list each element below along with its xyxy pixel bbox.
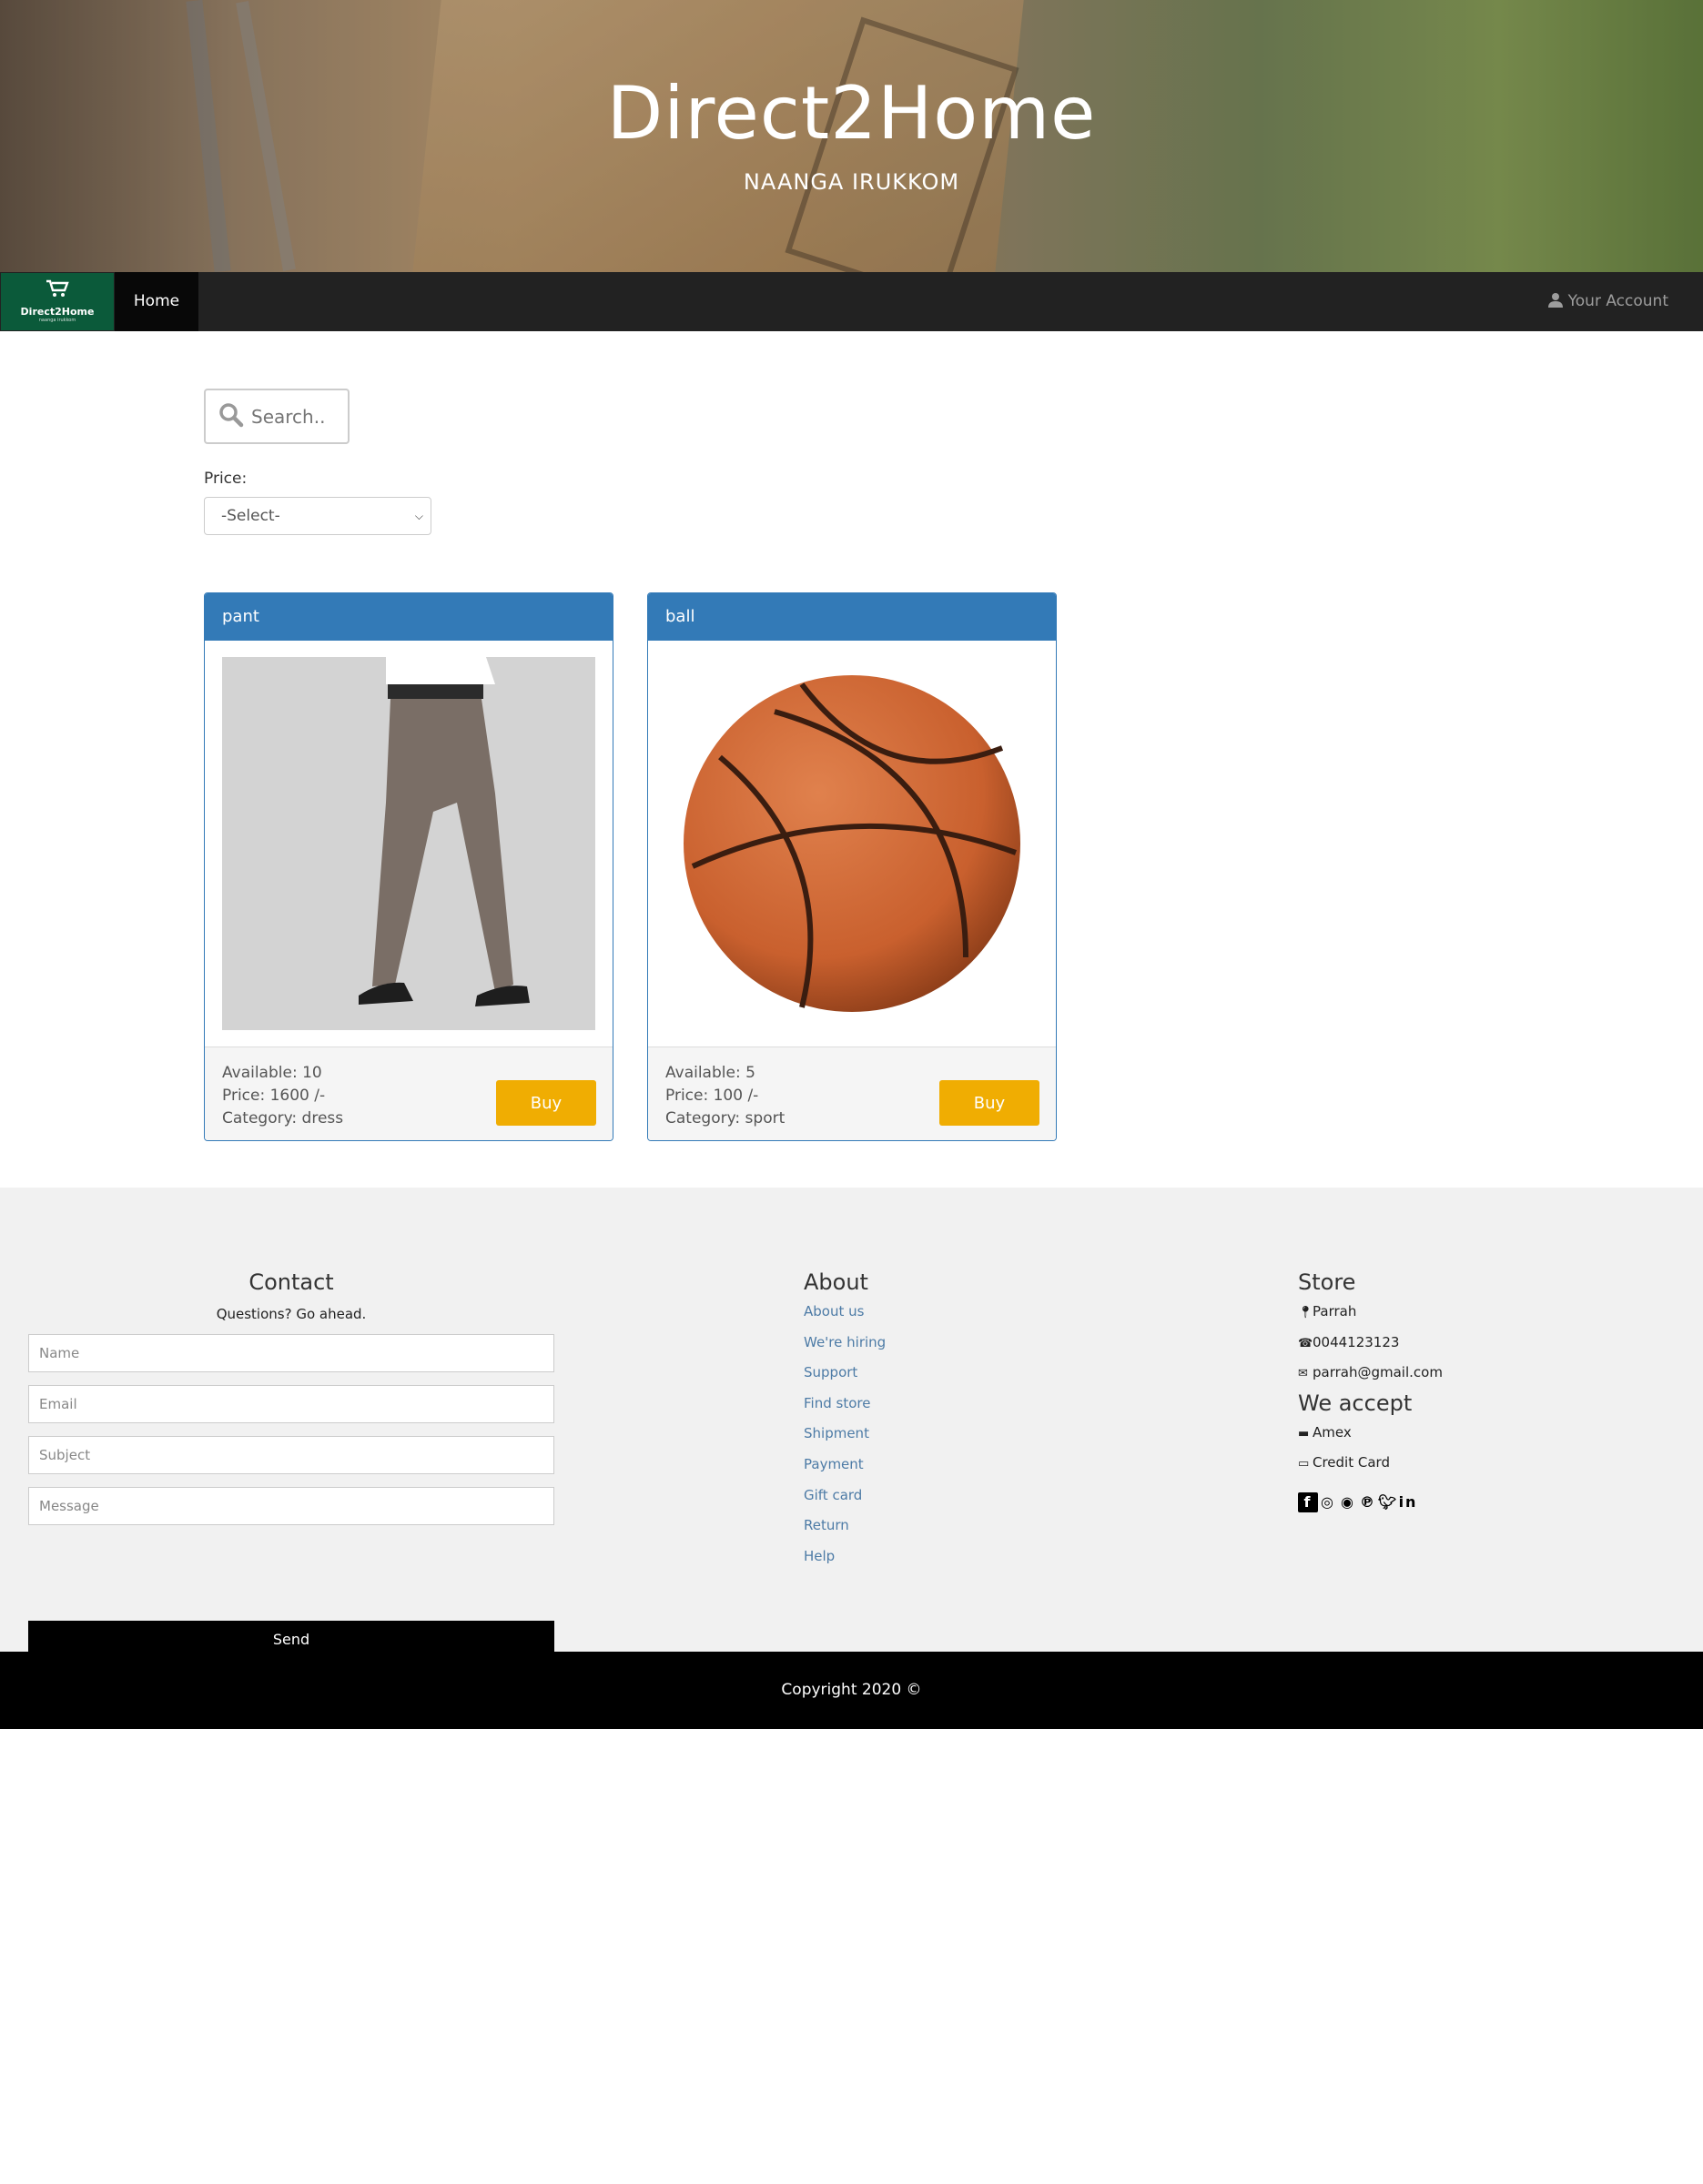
product-info: Available: 10 Price: 1600 /- Category: d…	[222, 1062, 343, 1130]
subject-field[interactable]: Subject	[28, 1436, 554, 1474]
product-footer: Available: 10 Price: 1600 /- Category: d…	[205, 1046, 613, 1140]
message-field[interactable]: Message	[28, 1487, 554, 1525]
product-name: ball	[648, 593, 1056, 641]
your-account-link[interactable]: Your Account	[1548, 272, 1668, 331]
about-link[interactable]: Support	[804, 1358, 886, 1389]
product-info: Available: 5 Price: 100 /- Category: spo…	[665, 1062, 785, 1130]
facebook-icon[interactable]: f	[1298, 1491, 1318, 1512]
contact-title: Contact	[248, 1269, 334, 1295]
hero-subtitle: NAANGA IRUKKOM	[743, 169, 960, 195]
snapchat-icon[interactable]: ◉	[1338, 1492, 1358, 1512]
about-section: About About us We're hiring Support Find…	[804, 1269, 886, 1572]
search-input[interactable]	[251, 402, 342, 431]
nav-home-link[interactable]: Home	[115, 272, 198, 331]
product-footer: Available: 5 Price: 100 /- Category: spo…	[648, 1046, 1056, 1140]
cart-icon	[1, 278, 114, 303]
credit-card-icon: ▬	[1298, 1426, 1310, 1441]
product-available: Available: 5	[665, 1064, 755, 1082]
payment-amex-text: Amex	[1313, 1423, 1352, 1441]
about-link[interactable]: Shipment	[804, 1419, 886, 1450]
pinterest-icon[interactable]: ℗	[1358, 1492, 1378, 1512]
about-link[interactable]: Return	[804, 1511, 886, 1542]
twitter-icon[interactable]: 🐦︎	[1378, 1492, 1398, 1512]
product-card: pant Available: 10 Price: 1600 /- Catego…	[204, 592, 613, 1141]
hero-title: Direct2Home	[606, 71, 1097, 156]
about-link[interactable]: Gift card	[804, 1481, 886, 1512]
buy-button[interactable]: Buy	[939, 1080, 1039, 1126]
social-links: f ◎ ◉ ℗ 🐦︎in	[1298, 1490, 1443, 1512]
your-account-label: Your Account	[1567, 292, 1668, 310]
about-link[interactable]: Payment	[804, 1450, 886, 1481]
store-title: Store	[1298, 1269, 1356, 1295]
store-location-text: Parrah	[1313, 1303, 1357, 1320]
hero-banner: Direct2Home NAANGA IRUKKOM	[0, 0, 1703, 272]
store-section: Store 📍︎Parrah ☎0044123123 ✉ parrah@gmail…	[1298, 1269, 1443, 1512]
store-location: 📍︎Parrah	[1298, 1297, 1443, 1328]
product-image-pant	[222, 657, 595, 1030]
payment-credit-card: ▭ Credit Card	[1298, 1448, 1443, 1479]
instagram-icon[interactable]: ◎	[1318, 1492, 1338, 1512]
logo-tagline: naanga irukkom	[38, 318, 76, 323]
credit-card-icon: ▭	[1298, 1457, 1310, 1471]
store-email: ✉ parrah@gmail.com	[1298, 1358, 1443, 1389]
payment-amex: ▬ Amex	[1298, 1418, 1443, 1449]
footer: Contact Questions? Go ahead. Name Email …	[0, 1188, 1703, 1658]
email-field[interactable]: Email	[28, 1385, 554, 1423]
about-link[interactable]: About us	[804, 1297, 886, 1328]
contact-subtitle: Questions? Go ahead.	[216, 1306, 367, 1322]
copyright-text: Copyright 2020 ©	[781, 1681, 922, 1699]
product-price: Price: 100 /-	[665, 1087, 759, 1105]
payment-credit-card-text: Credit Card	[1313, 1454, 1390, 1471]
linkedin-icon[interactable]: in	[1398, 1492, 1418, 1512]
product-card: ball Available: 5 Price: 100 /- Category…	[647, 592, 1057, 1141]
contact-section: Contact Questions? Go ahead. Name Email …	[28, 1269, 554, 1658]
about-link[interactable]: Help	[804, 1542, 886, 1572]
brand-logo[interactable]: Direct2Home naanga irukkom	[1, 273, 114, 330]
about-link[interactable]: Find store	[804, 1389, 886, 1420]
name-field[interactable]: Name	[28, 1334, 554, 1372]
phone-icon: ☎	[1298, 1336, 1313, 1350]
about-link[interactable]: We're hiring	[804, 1328, 886, 1359]
store-phone-text: 0044123123	[1313, 1333, 1400, 1350]
product-price: Price: 1600 /-	[222, 1087, 326, 1105]
about-title: About	[804, 1269, 868, 1295]
search-icon	[218, 402, 244, 428]
copyright-bar: Copyright 2020 ©	[0, 1652, 1703, 1729]
price-filter-label: Price:	[204, 470, 248, 488]
product-available: Available: 10	[222, 1064, 322, 1082]
store-email-text: parrah@gmail.com	[1313, 1364, 1443, 1381]
envelope-icon: ✉	[1298, 1367, 1308, 1381]
buy-button[interactable]: Buy	[496, 1080, 596, 1126]
user-icon	[1548, 292, 1567, 310]
price-filter-value: -Select-	[221, 507, 280, 525]
map-marker-icon: 📍︎	[1298, 1306, 1313, 1320]
price-filter-select[interactable]: -Select- ⌵	[204, 497, 431, 535]
we-accept-title: We accept	[1298, 1390, 1413, 1416]
product-image-ball	[665, 657, 1039, 1030]
store-phone: ☎0044123123	[1298, 1328, 1443, 1359]
navbar: Direct2Home naanga irukkom Home Your Acc…	[0, 272, 1703, 331]
product-category: Category: sport	[665, 1109, 786, 1127]
search-box[interactable]	[204, 389, 350, 444]
logo-text: Direct2Home	[20, 306, 95, 318]
product-name: pant	[205, 593, 613, 641]
product-category: Category: dress	[222, 1109, 344, 1127]
chevron-down-icon: ⌵	[414, 510, 423, 522]
